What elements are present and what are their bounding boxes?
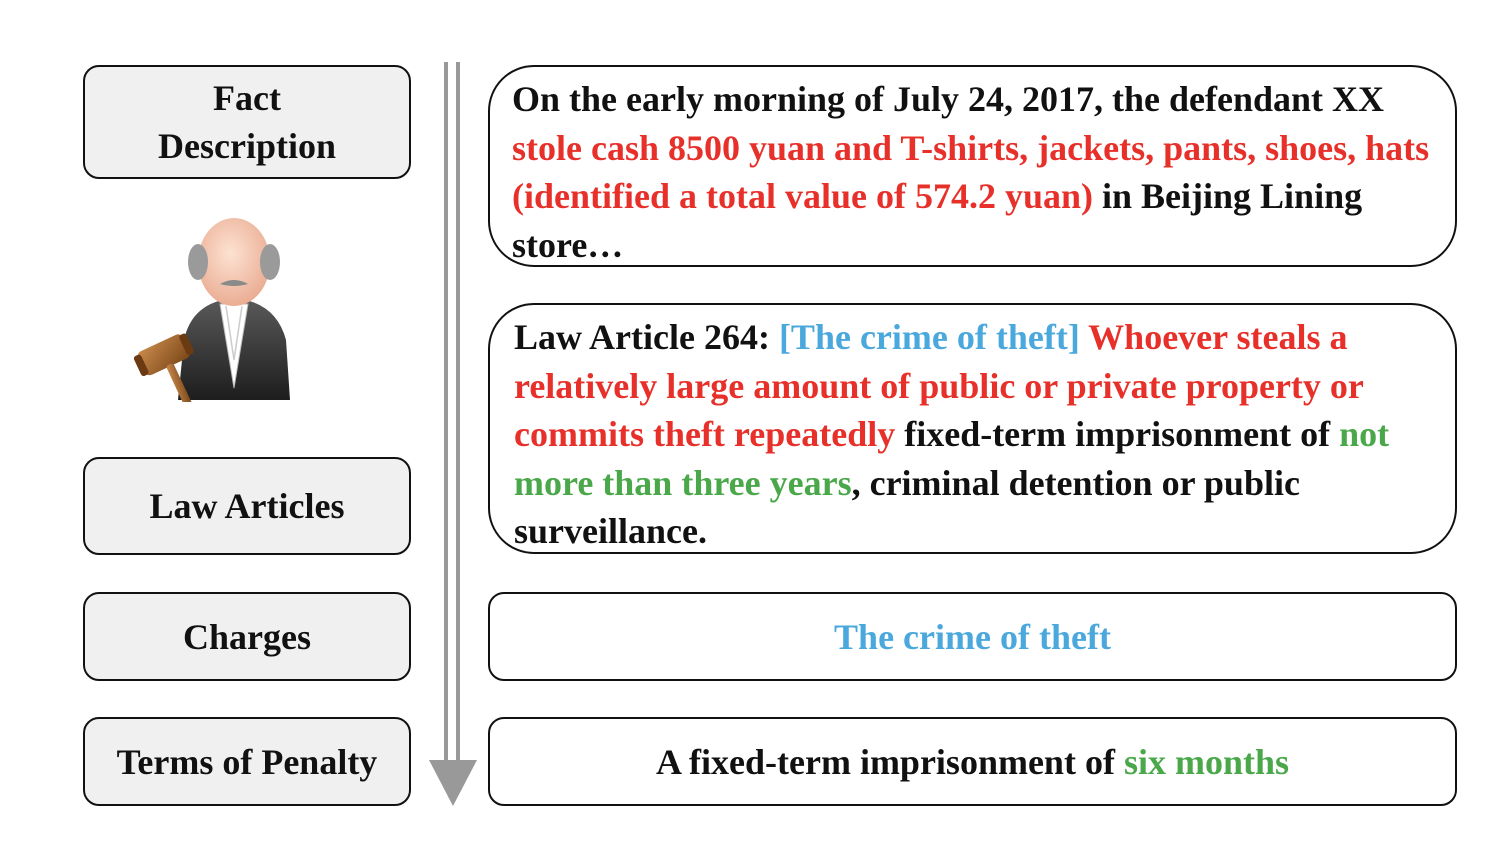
law-article-middle: fixed-term imprisonment of: [895, 414, 1340, 454]
penalty-prefix: A fixed-term imprisonment of: [656, 741, 1124, 782]
label-fact-line1: Fact: [213, 78, 281, 118]
law-article-box: Law Article 264: [The crime of theft] Wh…: [488, 303, 1457, 554]
fact-description-box: On the early morning of July 24, 2017, t…: [488, 65, 1457, 267]
penalty-term: six months: [1123, 741, 1289, 782]
label-terms-of-penalty: Terms of Penalty: [83, 717, 411, 806]
judge-with-gavel-icon: [134, 218, 290, 402]
law-article-prefix: Law Article 264:: [514, 317, 779, 357]
down-arrow-icon: [429, 62, 477, 806]
penalty-box: A fixed-term imprisonment of six months: [488, 717, 1457, 806]
label-fact-description: Fact Description: [83, 65, 411, 179]
charges-box: The crime of theft: [488, 592, 1457, 681]
label-charges: Charges: [83, 592, 411, 681]
label-law-articles: Law Articles: [83, 457, 411, 555]
label-fact-line2: Description: [158, 126, 336, 166]
charges-value: The crime of theft: [834, 616, 1111, 657]
label-charges-text: Charges: [183, 616, 311, 657]
law-article-charge: [The crime of theft]: [778, 317, 1080, 357]
label-terms-of-penalty-text: Terms of Penalty: [116, 741, 378, 782]
law-article-space: [1080, 317, 1088, 357]
fact-text-plain: On the early morning of July 24, 2017, t…: [512, 79, 1384, 119]
label-law-articles-text: Law Articles: [149, 486, 345, 526]
